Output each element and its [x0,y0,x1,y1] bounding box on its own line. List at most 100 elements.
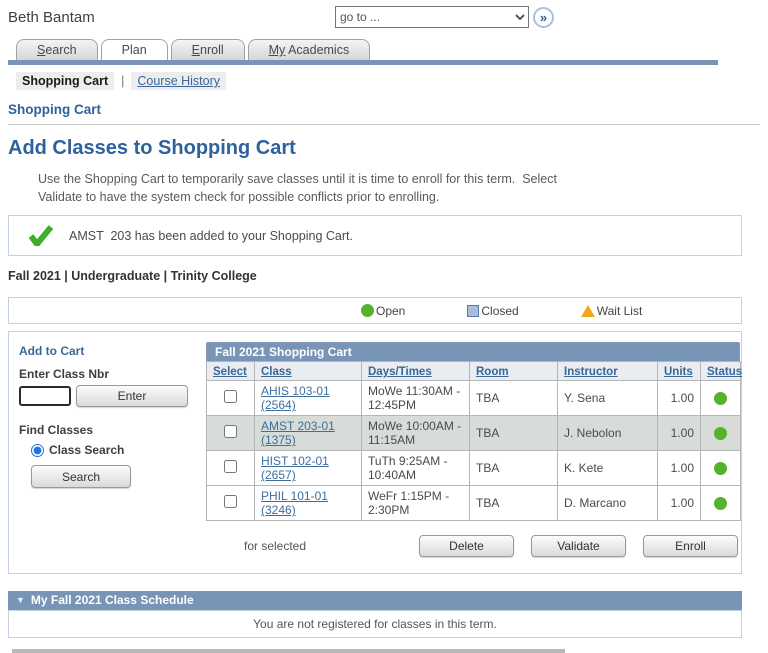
section-title: Shopping Cart [8,102,760,117]
empty-schedule-message: You are not registered for classes in th… [253,617,497,631]
column-header-class[interactable]: Class [261,366,292,378]
tab-underline-bar [8,60,718,65]
go-button[interactable]: » [533,7,554,28]
open-status-icon [714,392,727,405]
table-row: AHIS 103-01(2564) MoWe 11:30AM - 12:45PM… [207,381,741,416]
class-nbr: (3246) [261,503,355,517]
legend-closed-label: Closed [481,304,518,318]
room-cell: TBA [470,416,558,451]
search-button[interactable]: Search [31,465,131,488]
instructor-cell: D. Marcano [558,486,658,521]
row-select-checkbox[interactable] [224,460,237,473]
units-cell: 1.00 [658,416,701,451]
success-check-icon [29,225,53,246]
row-select-checkbox[interactable] [224,425,237,438]
tab-label: Academics [285,43,349,57]
validate-button[interactable]: Validate [531,535,626,557]
days-times-cell: MoWe 10:00AM - 11:15AM [362,416,470,451]
waitlist-status-icon [581,305,595,317]
column-header-days-times[interactable]: Days/Times [368,366,432,378]
add-to-cart-title: Add to Cart [19,344,206,358]
class-nbr: (2564) [261,398,355,412]
tab-bar: Search Plan Enroll My Academics [8,39,760,60]
success-message-text: AMST 203 has been added to your Shopping… [69,229,353,243]
cart-grid-area: Fall 2021 Shopping Cart Select Class Day… [206,342,741,557]
for-selected-label: for selected [244,539,306,553]
column-header-room[interactable]: Room [476,366,509,378]
units-cell: 1.00 [658,451,701,486]
open-status-icon [714,462,727,475]
subnav-item-shopping-cart: Shopping Cart [16,72,114,90]
units-cell: 1.00 [658,381,701,416]
class-link[interactable]: AMST 203-01(1375) [261,419,355,447]
delete-button[interactable]: Delete [419,535,514,557]
find-classes-label: Find Classes [19,423,206,437]
collapse-triangle-icon: ▼ [16,595,25,605]
term-line: Fall 2021 | Undergraduate | Trinity Coll… [8,269,760,283]
tab-label: E [192,43,200,57]
subnav-link-course-history[interactable]: Course History [137,74,220,88]
class-nbr: (2657) [261,468,355,482]
subnav-separator: | [121,74,124,88]
shopping-cart-panel: Add to Cart Enter Class Nbr Enter Find C… [8,331,742,574]
enter-button[interactable]: Enter [76,385,188,407]
class-nbr-input[interactable] [19,386,71,406]
legend-open: Open [361,304,405,318]
cart-grid-title: Fall 2021 Shopping Cart [206,342,740,361]
days-times-cell: WeFr 1:15PM - 2:30PM [362,486,470,521]
shopping-cart-table: Select Class Days/Times Room Instructor … [206,361,741,521]
room-cell: TBA [470,486,558,521]
instructor-cell: J. Nebolon [558,416,658,451]
class-link[interactable]: HIST 102-01(2657) [261,454,355,482]
class-code: HIST 102-01 [261,454,355,468]
tab-plan[interactable]: Plan [101,39,168,60]
legend-closed: Closed [467,304,518,318]
success-message-box: AMST 203 has been added to your Shopping… [8,215,742,256]
column-header-instructor[interactable]: Instructor [564,366,618,378]
enroll-button[interactable]: Enroll [643,535,738,557]
tab-label: earch [45,43,76,57]
add-to-cart-panel: Add to Cart Enter Class Nbr Enter Find C… [9,342,206,557]
class-link[interactable]: AHIS 103-01(2564) [261,384,355,412]
class-code: PHIL 101-01 [261,489,355,503]
double-chevron-icon: » [540,10,547,25]
table-row-highlighted: AMST 203-01(1375) MoWe 10:00AM - 11:15AM… [207,416,741,451]
page-title: Add Classes to Shopping Cart [8,137,760,160]
instructions-text: Use the Shopping Cart to temporarily sav… [38,170,583,206]
class-search-label: Class Search [49,443,124,457]
top-bar: Beth Bantam go to ... » [8,6,760,32]
divider [8,124,760,125]
room-cell: TBA [470,451,558,486]
column-header-select[interactable]: Select [213,366,247,378]
tab-enroll[interactable]: Enroll [171,39,245,60]
tab-label: My [269,43,286,57]
row-select-checkbox[interactable] [224,390,237,403]
bottom-divider-bar [12,649,565,653]
column-header-status[interactable]: Status [707,366,742,378]
room-cell: TBA [470,381,558,416]
class-schedule-header[interactable]: ▼ My Fall 2021 Class Schedule [8,591,742,610]
class-link[interactable]: PHIL 101-01(3246) [261,489,355,517]
closed-status-icon [467,305,479,317]
user-name: Beth Bantam [8,9,95,26]
table-header-row: Select Class Days/Times Room Instructor … [207,362,741,381]
subnav: Shopping Cart | Course History [16,72,760,90]
class-code: AHIS 103-01 [261,384,355,398]
status-legend: Open Closed Wait List [8,297,742,324]
class-code: AMST 203-01 [261,419,355,433]
row-select-checkbox[interactable] [224,495,237,508]
goto-select[interactable]: go to ... [335,6,529,28]
cart-actions-row: for selected Delete Validate Enroll [206,535,740,557]
class-schedule-empty-box: You are not registered for classes in th… [8,610,742,638]
class-search-radio[interactable] [31,444,44,457]
open-status-icon [714,427,727,440]
tab-search[interactable]: Search [16,39,98,60]
legend-waitlist: Wait List [581,304,643,318]
tab-label: Plan [122,43,147,57]
class-nbr: (1375) [261,433,355,447]
tab-my-academics[interactable]: My Academics [248,39,371,60]
column-header-units[interactable]: Units [664,366,693,378]
enter-class-nbr-label: Enter Class Nbr [19,367,206,381]
units-cell: 1.00 [658,486,701,521]
legend-waitlist-label: Wait List [597,304,643,318]
